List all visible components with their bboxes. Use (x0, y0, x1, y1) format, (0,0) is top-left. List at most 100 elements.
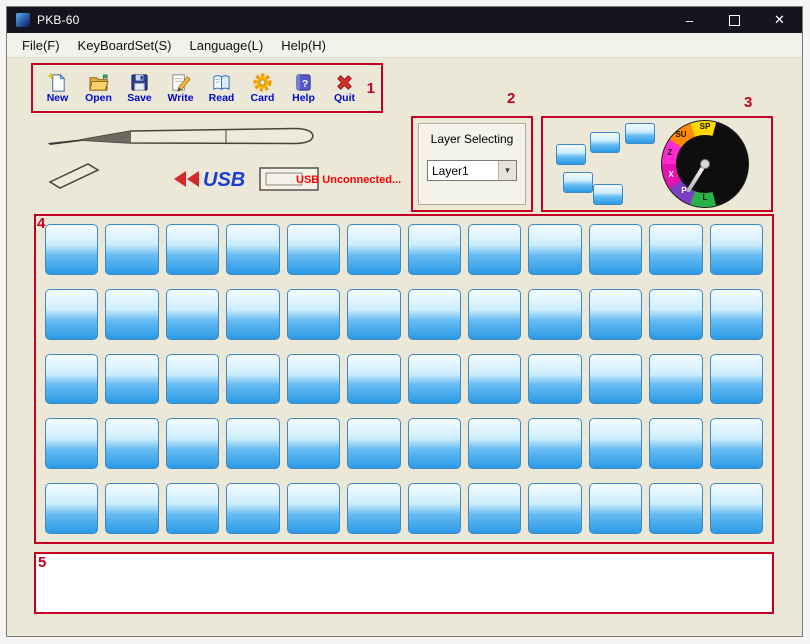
new-button[interactable]: New (37, 72, 78, 104)
key-button[interactable] (166, 354, 219, 405)
key-button[interactable] (528, 224, 581, 275)
key-button[interactable] (226, 354, 279, 405)
key-button[interactable] (105, 289, 158, 340)
key-button[interactable] (649, 418, 702, 469)
key-button[interactable] (589, 418, 642, 469)
key-button[interactable] (528, 289, 581, 340)
side-key-button[interactable] (556, 144, 586, 165)
key-button[interactable] (166, 224, 219, 275)
key-button[interactable] (226, 289, 279, 340)
wheel-panel: SPSUZXPL (541, 116, 773, 212)
menu-keyboardset[interactable]: KeyBoardSet(S) (69, 35, 181, 56)
write-pencil-icon (170, 72, 191, 93)
wheel-segment-label: P (675, 186, 693, 195)
key-button[interactable] (45, 354, 98, 405)
menu-help[interactable]: Help(H) (272, 35, 335, 56)
stylus-usb-drawing: USB (36, 118, 410, 208)
key-button[interactable] (45, 224, 98, 275)
new-document-icon (47, 72, 68, 93)
key-button[interactable] (347, 224, 400, 275)
annotation-2: 2 (507, 91, 515, 106)
key-button[interactable] (589, 354, 642, 405)
key-button[interactable] (166, 418, 219, 469)
key-button[interactable] (166, 483, 219, 534)
read-button[interactable]: Read (201, 72, 242, 104)
toolbar-button-label: Help (292, 92, 315, 104)
key-button[interactable] (710, 354, 763, 405)
toolbar-button-label: New (47, 92, 69, 104)
key-button[interactable] (468, 354, 521, 405)
key-button[interactable] (287, 483, 340, 534)
write-button[interactable]: Write (160, 72, 201, 104)
key-button[interactable] (166, 289, 219, 340)
key-button[interactable] (468, 418, 521, 469)
key-button[interactable] (226, 418, 279, 469)
key-button[interactable] (287, 354, 340, 405)
key-button[interactable] (45, 289, 98, 340)
side-key-button[interactable] (590, 132, 620, 153)
wheel-hub-icon (700, 159, 710, 169)
key-button[interactable] (528, 354, 581, 405)
key-button[interactable] (528, 418, 581, 469)
card-gear-icon (252, 72, 273, 93)
key-button[interactable] (710, 418, 763, 469)
key-button[interactable] (589, 483, 642, 534)
key-button[interactable] (226, 483, 279, 534)
key-button[interactable] (105, 483, 158, 534)
key-button[interactable] (468, 224, 521, 275)
key-button[interactable] (408, 224, 461, 275)
annotation-1: 1 (367, 81, 375, 96)
key-button[interactable] (347, 289, 400, 340)
key-button[interactable] (649, 289, 702, 340)
key-button[interactable] (649, 483, 702, 534)
open-button[interactable]: Open (78, 72, 119, 104)
key-button[interactable] (528, 483, 581, 534)
toolbar-button-label: Quit (334, 92, 355, 104)
key-button[interactable] (710, 483, 763, 534)
key-button[interactable] (468, 289, 521, 340)
key-button[interactable] (287, 418, 340, 469)
key-button[interactable] (105, 224, 158, 275)
window-title: PKB-60 (37, 13, 80, 27)
key-button[interactable] (105, 354, 158, 405)
menu-language[interactable]: Language(L) (180, 35, 272, 56)
key-button[interactable] (347, 483, 400, 534)
key-button[interactable] (408, 483, 461, 534)
key-button[interactable] (347, 354, 400, 405)
key-button[interactable] (589, 289, 642, 340)
quit-button[interactable]: Quit (324, 72, 365, 104)
minimize-button[interactable]: – (667, 7, 712, 33)
side-key-button[interactable] (563, 172, 593, 193)
key-button[interactable] (226, 224, 279, 275)
toolbar-button-label: Save (127, 92, 152, 104)
key-button[interactable] (45, 418, 98, 469)
close-button[interactable]: ✕ (757, 7, 802, 33)
layer-select[interactable]: Layer1 ▾ (427, 160, 517, 181)
app-window: PKB-60 – ✕ File(F) KeyBoardSet(S) Langua… (6, 6, 803, 637)
maximize-button[interactable] (712, 7, 757, 33)
key-button[interactable] (287, 289, 340, 340)
key-grid (34, 214, 774, 544)
key-button[interactable] (287, 224, 340, 275)
jog-wheel[interactable]: SPSUZXPL (661, 120, 749, 208)
key-button[interactable] (468, 483, 521, 534)
key-button[interactable] (408, 354, 461, 405)
key-button[interactable] (649, 354, 702, 405)
key-button[interactable] (710, 224, 763, 275)
save-button[interactable]: Save (119, 72, 160, 104)
key-button[interactable] (408, 289, 461, 340)
key-button[interactable] (408, 418, 461, 469)
help-button[interactable]: ? Help (283, 72, 324, 104)
side-key-button[interactable] (625, 123, 655, 144)
key-button[interactable] (347, 418, 400, 469)
key-button[interactable] (105, 418, 158, 469)
menu-file[interactable]: File(F) (13, 35, 69, 56)
client-area: New Open Save Write (7, 58, 802, 639)
card-button[interactable]: Card (242, 72, 283, 104)
key-button[interactable] (45, 483, 98, 534)
open-folder-icon (88, 72, 109, 93)
key-button[interactable] (710, 289, 763, 340)
key-button[interactable] (589, 224, 642, 275)
key-button[interactable] (649, 224, 702, 275)
side-key-button[interactable] (593, 184, 623, 205)
